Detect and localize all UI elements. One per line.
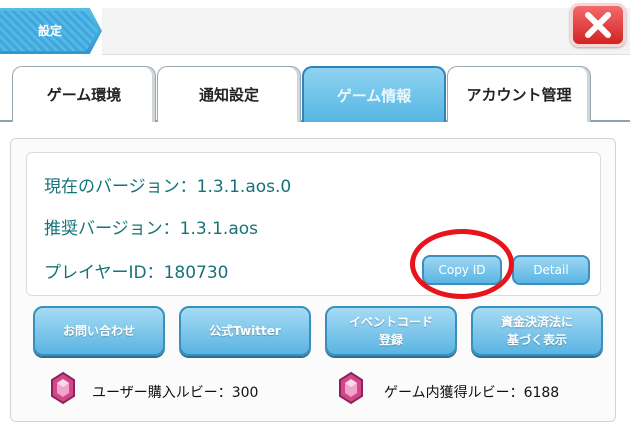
close-icon <box>585 12 611 38</box>
ruby-icon <box>51 371 75 405</box>
header-bar <box>102 8 630 55</box>
twitter-label: 公式Twitter <box>209 324 281 338</box>
tab-notification-settings[interactable]: 通知設定 <box>157 66 301 122</box>
event-code-button[interactable]: イベントコード 登録 <box>325 306 457 356</box>
contact-button[interactable]: お問い合わせ <box>33 306 165 356</box>
detail-button[interactable]: Detail <box>512 255 590 285</box>
tab-account-management[interactable]: アカウント管理 <box>447 66 591 122</box>
payment-law-button[interactable]: 資金決済法に 基づく表示 <box>471 306 603 356</box>
tab-game-environment[interactable]: ゲーム環境 <box>12 66 156 122</box>
current-version-text: 現在のバージョン：1.3.1.aos.0 <box>44 177 292 197</box>
tab-label: アカウント管理 <box>466 86 572 104</box>
payment-law-label-line2: 基づく表示 <box>506 333 567 347</box>
purchased-ruby-count: ユーザー購入ルビー：300 <box>92 385 259 401</box>
contact-label: お問い合わせ <box>62 324 135 338</box>
tab-label: ゲーム情報 <box>336 86 412 105</box>
close-button[interactable] <box>570 3 626 47</box>
highlight-circle <box>410 229 514 299</box>
tab-label: 通知設定 <box>198 86 259 104</box>
official-twitter-button[interactable]: 公式Twitter <box>179 306 311 356</box>
page-title: 設定 <box>38 24 63 38</box>
event-code-label-line2: 登録 <box>378 333 403 347</box>
player-id-text: プレイヤーID：180730 <box>44 263 229 283</box>
event-code-label-line1: イベントコード <box>348 315 433 329</box>
recommended-version-text: 推奨バージョン：1.3.1.aos <box>44 219 258 239</box>
earned-ruby-count: ゲーム内獲得ルビー：6188 <box>384 385 560 401</box>
ruby-icon <box>339 371 363 405</box>
tab-label: ゲーム環境 <box>46 86 122 104</box>
payment-law-label-line1: 資金決済法に <box>500 315 573 329</box>
tab-game-info[interactable]: ゲーム情報 <box>302 66 446 122</box>
detail-label: Detail <box>533 263 569 277</box>
